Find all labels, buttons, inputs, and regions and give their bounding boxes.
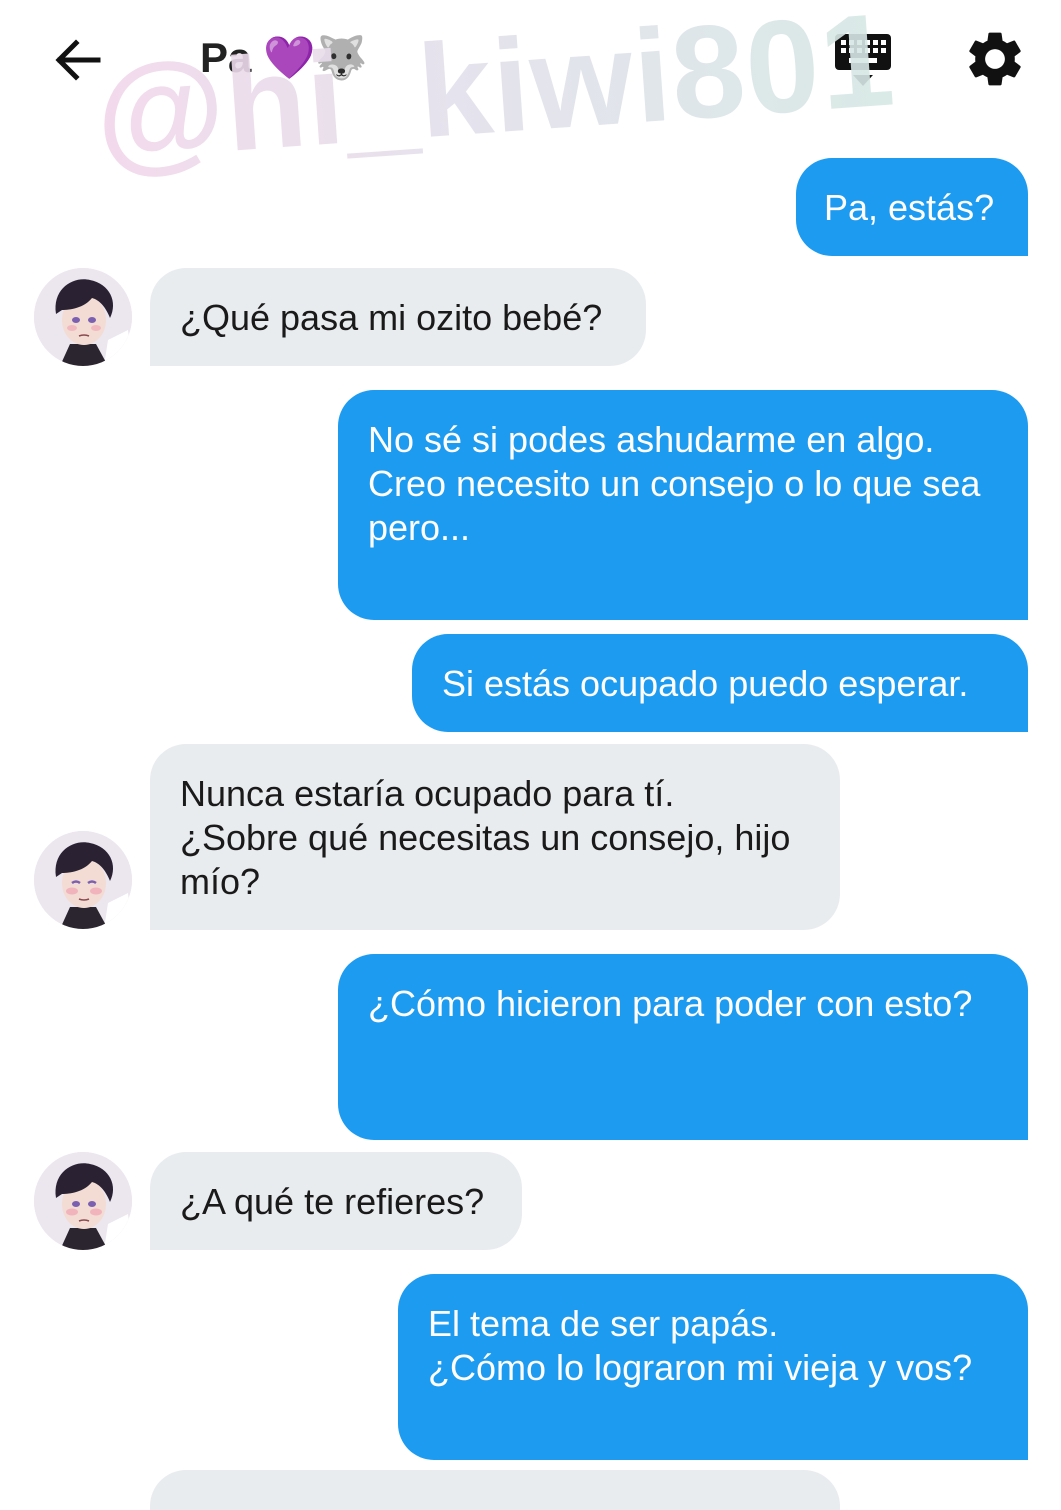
arrow-left-icon	[55, 39, 101, 81]
keyboard-hide-icon	[835, 34, 891, 86]
contact-emoji: 💜🐺	[263, 34, 368, 81]
message-bubble-incoming[interactable]: ¿Qué pasa mi ozito bebé?	[150, 268, 646, 366]
avatar[interactable]	[34, 831, 132, 929]
message-bubble-outgoing[interactable]: Si estás ocupado puedo esperar.	[412, 634, 1028, 732]
message-bubble-incoming-partial	[150, 1470, 840, 1510]
settings-button[interactable]	[962, 26, 1028, 92]
message-bubble-incoming[interactable]: ¿A qué te refieres?	[150, 1152, 522, 1250]
back-button[interactable]	[48, 30, 108, 90]
avatar-image	[34, 1152, 132, 1250]
chat-header: Pa 💜🐺	[0, 0, 1061, 120]
chat-title[interactable]: Pa 💜🐺	[200, 32, 368, 84]
message-bubble-incoming[interactable]: Nunca estaría ocupado para tí. ¿Sobre qu…	[150, 744, 840, 930]
avatar[interactable]	[34, 1152, 132, 1250]
avatar-image	[34, 268, 132, 366]
message-bubble-outgoing[interactable]: Pa, estás?	[796, 158, 1028, 256]
message-bubble-outgoing[interactable]: El tema de ser papás. ¿Cómo lo lograron …	[398, 1274, 1028, 1460]
message-bubble-outgoing[interactable]: ¿Cómo hicieron para poder con esto?	[338, 954, 1028, 1140]
avatar[interactable]	[34, 268, 132, 366]
hide-keyboard-button[interactable]	[832, 30, 894, 92]
message-bubble-outgoing[interactable]: No sé si podes ashudarme en algo. Creo n…	[338, 390, 1028, 620]
gear-icon	[969, 32, 1021, 86]
avatar-image	[34, 831, 132, 929]
contact-name: Pa	[200, 34, 252, 81]
